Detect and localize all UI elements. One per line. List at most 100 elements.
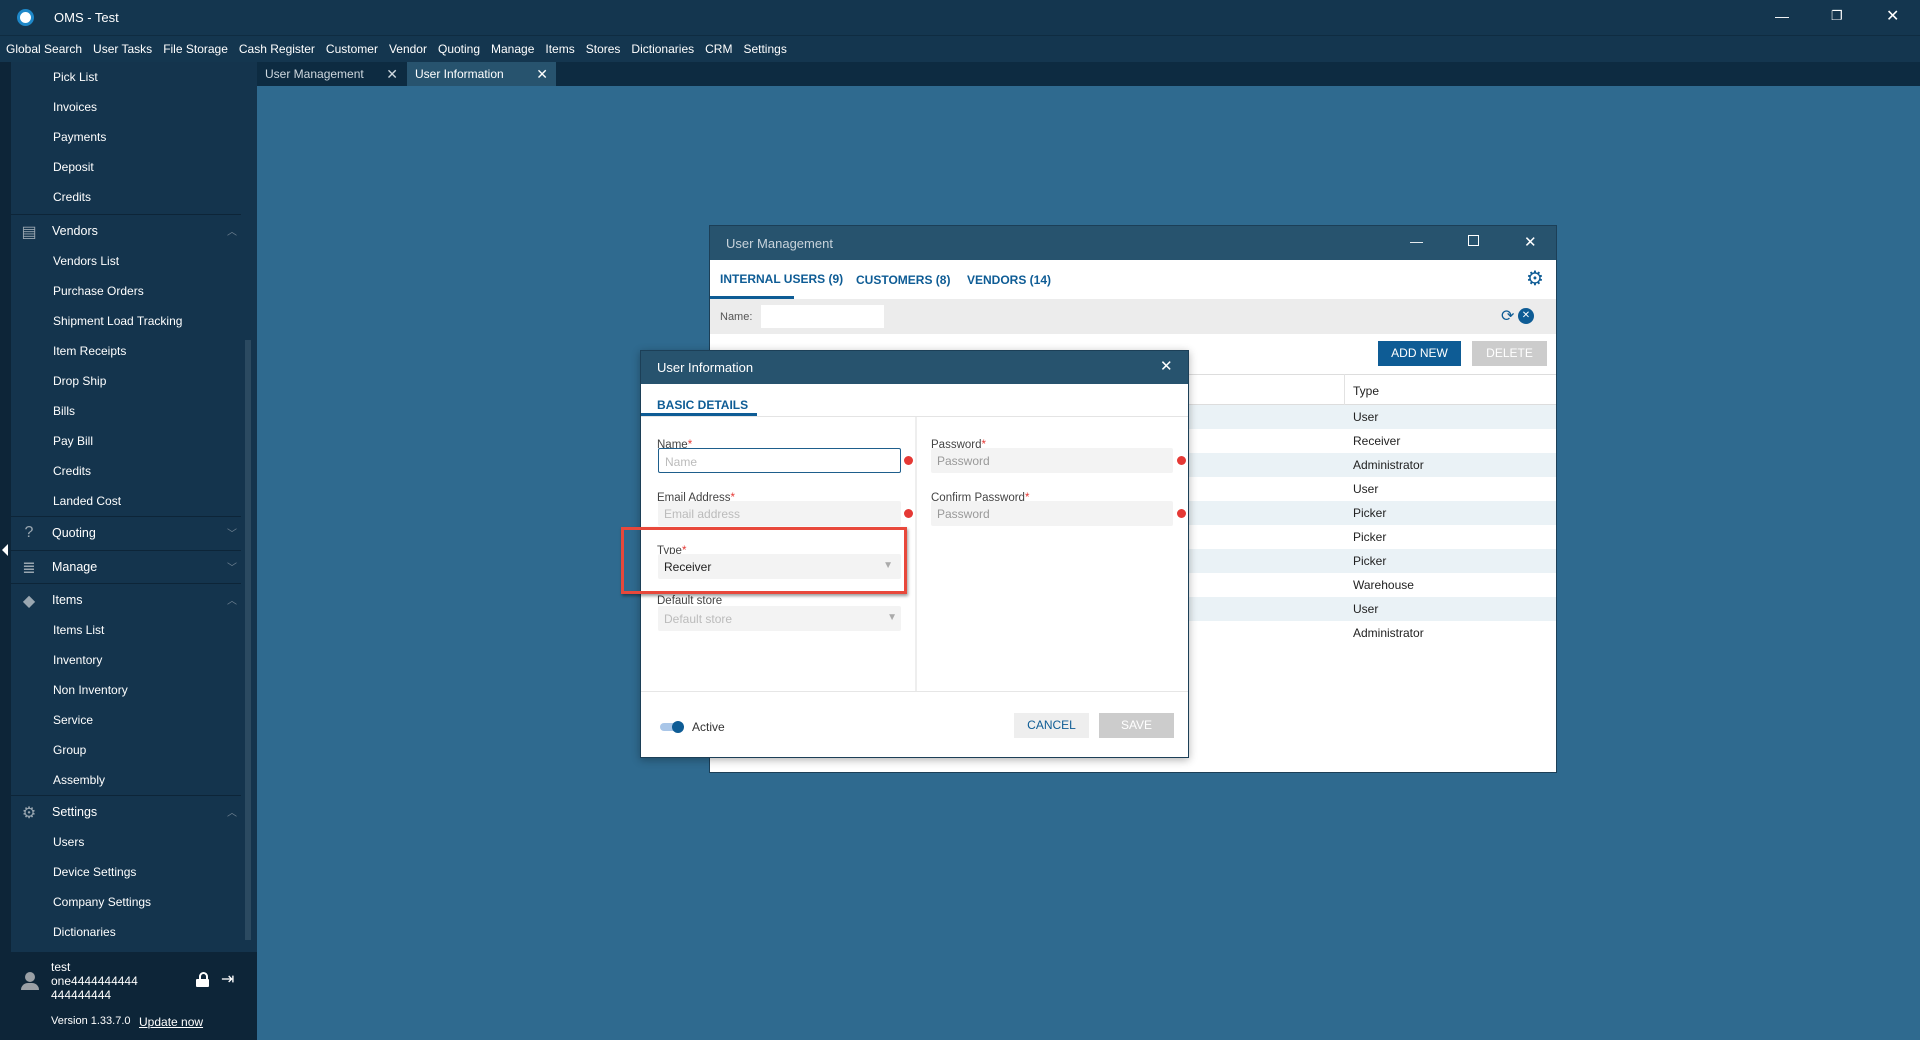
user-name: test	[51, 960, 71, 974]
sidebar-item[interactable]: Item Receipts	[53, 344, 126, 358]
settings-gear-icon[interactable]: ⚙	[1526, 266, 1544, 291]
window-header: User Management — ✕	[710, 226, 1556, 260]
type-cell: User	[1353, 410, 1379, 424]
sidebar-item[interactable]: Users	[53, 835, 84, 849]
chevron-up-icon[interactable]: ︿	[227, 592, 237, 607]
chevron-down-icon: ▼	[887, 612, 897, 623]
sidebar-item[interactable]: Credits	[53, 464, 91, 478]
menu-item[interactable]: Quoting	[438, 42, 480, 56]
menu-item[interactable]: Cash Register	[239, 42, 315, 56]
sidebar-item[interactable]: Group	[53, 743, 86, 757]
close-dialog-button[interactable]: ✕	[1160, 357, 1173, 375]
sidebar-item[interactable]: Landed Cost	[53, 494, 121, 508]
tab-internal-users[interactable]: INTERNAL USERS (9)	[720, 272, 843, 286]
section-label: Vendors	[52, 224, 98, 238]
confirm-password-input[interactable]: Password	[931, 501, 1173, 526]
menu-item[interactable]: Dictionaries	[631, 42, 694, 56]
email-input[interactable]: Email address	[658, 501, 901, 526]
sidebar-item[interactable]: Inventory	[53, 653, 102, 667]
title-bar: OMS - Test — ❐ ✕	[0, 0, 1920, 35]
sidebar-item[interactable]: Dictionaries	[53, 925, 116, 939]
sidebar-item[interactable]: Drop Ship	[53, 374, 106, 388]
menu-item[interactable]: CRM	[705, 42, 732, 56]
menu-item[interactable]: Settings	[743, 42, 786, 56]
sidebar-item[interactable]: Bills	[53, 404, 75, 418]
filter-bar: Name: ⟳ ✕	[710, 299, 1556, 334]
delete-button[interactable]: DELETE	[1472, 341, 1547, 366]
chevron-down-icon[interactable]: ﹀	[227, 525, 237, 540]
quote-icon: ?	[24, 524, 34, 541]
window-title: User Management	[726, 236, 833, 251]
menu-item[interactable]: Stores	[586, 42, 621, 56]
sidebar-item[interactable]: Payments	[53, 130, 106, 144]
sidebar-item[interactable]: Non Inventory	[53, 683, 128, 697]
minimize-button[interactable]: —	[1775, 8, 1789, 24]
menu-item[interactable]: Global Search	[6, 42, 82, 56]
close-button[interactable]: ✕	[1886, 6, 1899, 26]
default-store-select[interactable]: Default store ▼	[658, 606, 901, 631]
chevron-up-icon[interactable]: ︿	[227, 804, 237, 819]
menu-item[interactable]: User Tasks	[93, 42, 152, 56]
sidebar-item[interactable]: Pick List	[53, 70, 98, 84]
save-button[interactable]: SAVE	[1099, 713, 1174, 738]
update-now-link[interactable]: Update now	[139, 1015, 203, 1029]
sidebar: Pick List Invoices Payments Deposit Credits ▤…	[11, 62, 257, 1040]
restore-button[interactable]: ❐	[1831, 8, 1843, 24]
refresh-icon[interactable]: ⟳	[1501, 306, 1514, 326]
column-header-type[interactable]: Type	[1353, 384, 1379, 398]
sidebar-item[interactable]: Device Settings	[53, 865, 136, 879]
sidebar-section-manage[interactable]: ≣ Manage ﹀	[11, 550, 241, 583]
menu-item[interactable]: Items	[545, 42, 574, 56]
clear-filter-icon[interactable]: ✕	[1518, 308, 1534, 324]
type-cell: User	[1353, 602, 1379, 616]
sidebar-item[interactable]: Company Settings	[53, 895, 151, 909]
type-cell: Administrator	[1353, 458, 1424, 472]
close-tab-icon[interactable]: ✕	[386, 62, 398, 86]
password-input[interactable]: Password	[931, 448, 1173, 473]
tab-user-information[interactable]: User Information ✕	[407, 62, 556, 86]
menu-item[interactable]: Manage	[491, 42, 534, 56]
chevron-down-icon[interactable]: ﹀	[227, 559, 237, 574]
sidebar-item[interactable]: Deposit	[53, 160, 94, 174]
menu-item[interactable]: Customer	[326, 42, 378, 56]
close-tab-icon[interactable]: ✕	[536, 62, 548, 86]
sidebar-section-items[interactable]: ◆ Items ︿	[11, 583, 241, 616]
store-icon: ▤	[21, 224, 37, 241]
name-filter-input[interactable]	[761, 305, 884, 328]
user-avatar-icon	[21, 972, 39, 990]
cancel-button[interactable]: CANCEL	[1014, 713, 1089, 738]
sidebar-item[interactable]: Vendors List	[53, 254, 119, 268]
tab-customers[interactable]: CUSTOMERS (8)	[856, 273, 950, 287]
add-new-button[interactable]: ADD NEW	[1378, 341, 1461, 366]
sidebar-item[interactable]: Pay Bill	[53, 434, 93, 448]
menu-bar: Global Search User Tasks File Storage Cash …	[0, 35, 1920, 62]
tab-vendors[interactable]: VENDORS (14)	[967, 273, 1051, 287]
default-store-placeholder: Default store	[664, 612, 733, 626]
minimize-button[interactable]: —	[1410, 234, 1423, 249]
sidebar-item[interactable]: Assembly	[53, 773, 105, 787]
sidebar-item[interactable]: Shipment Load Tracking	[53, 314, 182, 328]
app-logo-icon	[17, 9, 34, 26]
sidebar-section-quoting[interactable]: ? Quoting ﹀	[11, 516, 241, 549]
sidebar-item[interactable]: Credits	[53, 190, 91, 204]
chevron-up-icon[interactable]: ︿	[227, 223, 237, 238]
collapse-arrow-icon[interactable]	[2, 544, 8, 556]
sidebar-item[interactable]: Invoices	[53, 100, 97, 114]
logout-icon[interactable]: ⇥	[221, 969, 234, 989]
active-toggle[interactable]	[660, 721, 684, 733]
sidebar-section-vendors[interactable]: ▤ Vendors ︿	[11, 214, 241, 247]
close-button[interactable]: ✕	[1524, 233, 1537, 251]
required-indicator-icon	[1177, 456, 1186, 465]
lock-icon[interactable]	[196, 972, 210, 988]
sidebar-item[interactable]: Service	[53, 713, 93, 727]
tab-user-management[interactable]: User Management ✕	[257, 62, 406, 86]
name-input[interactable]: Name	[658, 448, 901, 473]
maximize-button[interactable]	[1468, 235, 1479, 246]
sidebar-section-settings[interactable]: ⚙ Settings ︿	[11, 795, 241, 828]
sidebar-item[interactable]: Purchase Orders	[53, 284, 144, 298]
menu-item[interactable]: File Storage	[163, 42, 228, 56]
tab-basic-details[interactable]: BASIC DETAILS	[657, 398, 748, 412]
sidebar-scrollbar[interactable]	[245, 340, 251, 940]
menu-item[interactable]: Vendor	[389, 42, 427, 56]
sidebar-item[interactable]: Items List	[53, 623, 104, 637]
